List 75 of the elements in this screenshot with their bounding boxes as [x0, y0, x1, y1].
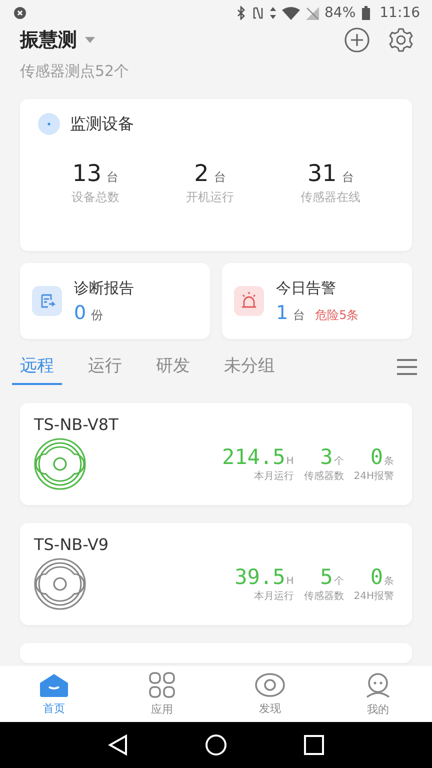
notification-icon — [14, 7, 26, 19]
battery-percent: 84% — [324, 5, 356, 21]
group-tab[interactable]: 远程 — [12, 350, 62, 384]
metric-unit: 条 — [384, 455, 394, 468]
dot-icon — [38, 113, 60, 135]
stat-unit: 台 — [214, 170, 226, 184]
report-icon — [32, 286, 62, 316]
battery-icon — [362, 6, 370, 20]
device-card[interactable]: TS-NB-V8T 214.5 H 本月运行 3 个 传感器数 0条 24H报警 — [20, 403, 412, 505]
home-icon — [39, 672, 69, 696]
report-count: 0 — [74, 302, 86, 324]
recents-icon[interactable] — [304, 735, 324, 755]
group-tab[interactable]: 未分组 — [216, 350, 283, 384]
metric-unit: 个 — [334, 455, 344, 468]
bluetooth-icon — [236, 6, 246, 20]
metric-label: 本月运行 — [254, 590, 294, 603]
alarm-card[interactable]: 今日告警 1 台 危险5条 — [222, 263, 412, 339]
metric-value: 3 — [320, 445, 333, 469]
metric-label: 24H报警 — [354, 590, 394, 603]
clock-time: 11:16 — [380, 5, 420, 21]
stat-value: 2 — [194, 161, 209, 187]
nav-tab[interactable]: 应用 — [108, 666, 216, 722]
menu-icon[interactable] — [396, 358, 418, 376]
stat-value: 13 — [72, 161, 102, 187]
metric-label: 传感器数 — [304, 590, 344, 603]
person-icon — [364, 672, 392, 698]
alarm-light-icon — [234, 286, 264, 316]
count-unit: 份 — [91, 308, 104, 322]
stat-unit: 台 — [342, 170, 354, 184]
stat-label: 开机运行 — [186, 189, 234, 206]
card-title: 今日告警 — [276, 278, 337, 298]
metric-unit: 个 — [334, 575, 344, 588]
group-tab[interactable]: 运行 — [80, 350, 130, 384]
device-name: TS-NB-V9 — [34, 535, 110, 554]
add-icon[interactable] — [344, 27, 370, 53]
no-signal-icon — [306, 6, 319, 20]
card-title: 诊断报告 — [74, 278, 134, 298]
metric-value: 39.5 — [234, 565, 286, 589]
device-card[interactable]: TS-NB-V9 39.5 H 本月运行 5 个 传感器数 0条 24H报警 — [20, 523, 412, 625]
app-title[interactable]: 振慧测 — [20, 27, 77, 53]
alarm-count: 1 — [276, 302, 288, 324]
eye-icon — [255, 672, 285, 696]
dropdown-caret-icon[interactable] — [85, 37, 95, 43]
back-icon[interactable] — [108, 734, 128, 756]
nfc-icon — [252, 6, 264, 20]
group-tab[interactable]: 研发 — [148, 350, 198, 384]
apps-icon — [149, 672, 175, 698]
nav-tab[interactable]: 我的 — [324, 666, 432, 722]
metric-label: 传感器数 — [304, 470, 344, 483]
metric-unit: 条 — [384, 575, 394, 588]
stat-label: 传感器在线 — [300, 189, 361, 206]
stat-value: 31 — [308, 161, 337, 187]
metric-value: 0 — [370, 565, 383, 589]
device-name: TS-NB-V8T — [34, 415, 120, 434]
metric-label: 本月运行 — [254, 470, 294, 483]
count-unit: 台 — [293, 308, 306, 322]
data-arrows-icon — [270, 7, 276, 19]
settings-icon[interactable] — [388, 27, 414, 53]
sensor-count-text: 传感器测点52个 — [20, 62, 130, 81]
stat-unit: 台 — [106, 170, 118, 184]
stat-label: 设备总数 — [71, 189, 120, 206]
metric-value: 0 — [370, 445, 383, 469]
metric-label: 24H报警 — [354, 470, 394, 483]
nav-tab[interactable]: 发现 — [216, 666, 324, 722]
monitor-card[interactable]: 监测设备 13 台 设备总数 2 台 开机运行 31 台 传感器在线 — [20, 99, 412, 251]
report-card[interactable]: 诊断报告 0 份 — [20, 263, 210, 339]
metric-value: 5 — [320, 565, 333, 589]
metric-unit: H — [286, 576, 294, 587]
home-button-icon[interactable] — [204, 734, 227, 756]
metric-value: 214.5 — [222, 445, 286, 469]
card-title: 监测设备 — [70, 114, 134, 134]
wifi-icon — [282, 6, 300, 20]
metric-unit: H — [286, 456, 294, 467]
danger-count: 危险5条 — [315, 308, 359, 322]
nav-tab[interactable]: 首页 — [0, 666, 108, 722]
